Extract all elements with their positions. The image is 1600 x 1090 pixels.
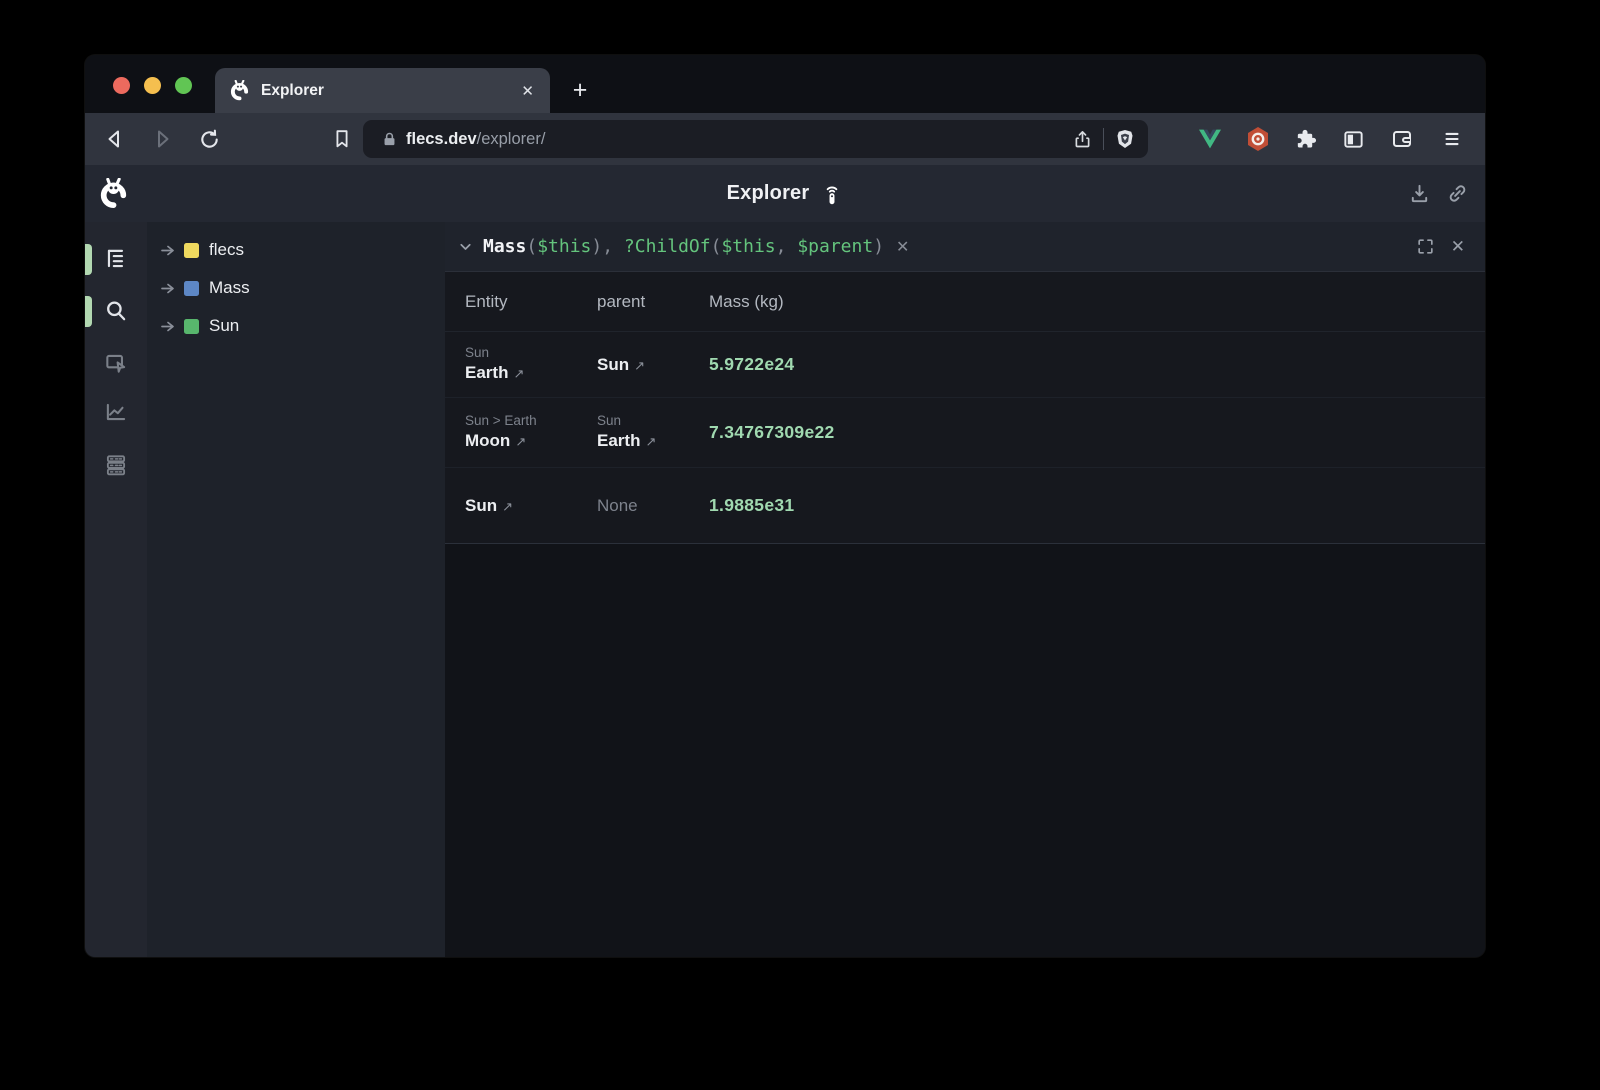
download-icon[interactable] xyxy=(1408,182,1431,205)
mass-cell: 1.9885e31 xyxy=(709,468,1485,543)
column-header-entity[interactable]: Entity xyxy=(465,272,597,331)
commands-panel-button[interactable] xyxy=(99,448,133,482)
wallet-icon[interactable] xyxy=(1386,123,1418,155)
parent-link[interactable]: Sun↗ xyxy=(597,353,709,377)
stats-chart-panel-button[interactable] xyxy=(99,395,133,429)
mass-value: 5.9722e24 xyxy=(709,354,1485,375)
reload-button[interactable] xyxy=(193,123,225,155)
tab-bar: Explorer ✕ + xyxy=(85,55,1485,113)
close-window-button[interactable] xyxy=(113,77,130,94)
tree-panel-active-indicator xyxy=(85,244,92,275)
table-row[interactable]: Sun > Earth Moon↗ Sun Earth↗ 7.34767309e… xyxy=(445,397,1485,467)
mass-cell: 7.34767309e22 xyxy=(709,398,1485,467)
page-title: Explorer xyxy=(727,182,810,205)
parent-link[interactable]: Earth↗ xyxy=(597,429,709,453)
traffic-lights xyxy=(113,77,192,94)
link-arrow-icon: ↗ xyxy=(508,366,524,381)
chevron-down-icon[interactable] xyxy=(457,238,474,255)
tree-item-sun[interactable]: Sun xyxy=(147,307,445,345)
mass-value: 7.34767309e22 xyxy=(709,422,1485,443)
bookmark-icon[interactable] xyxy=(326,123,358,155)
expander-arrow-icon[interactable] xyxy=(160,244,176,257)
parent-cell: Sun Earth↗ xyxy=(597,398,709,467)
entity-color-swatch xyxy=(184,319,199,334)
tree-item-label: Mass xyxy=(207,278,250,298)
zoom-window-button[interactable] xyxy=(175,77,192,94)
browser-toolbar: flecs.dev/explorer/ xyxy=(85,113,1485,165)
table-row[interactable]: Sun↗ None 1.9885e31 xyxy=(445,467,1485,543)
column-header-parent[interactable]: parent xyxy=(597,272,709,331)
url-text: flecs.dev/explorer/ xyxy=(406,130,545,149)
flecs-favicon-icon xyxy=(229,80,250,101)
entity-link[interactable]: Sun↗ xyxy=(465,494,597,518)
expander-arrow-icon[interactable] xyxy=(160,320,176,333)
browser-window: Explorer ✕ + fle xyxy=(85,55,1485,957)
app-header: Explorer xyxy=(85,165,1485,222)
link-icon[interactable] xyxy=(1446,182,1469,205)
entity-cell: Sun Earth↗ xyxy=(465,332,597,397)
entity-path: Sun > Earth xyxy=(465,412,597,429)
close-query-panel-icon[interactable]: ✕ xyxy=(1451,237,1465,257)
url-path: /explorer/ xyxy=(477,130,546,148)
forward-button[interactable] xyxy=(146,123,178,155)
tree-item-flecs[interactable]: flecs xyxy=(147,231,445,269)
parent-path: Sun xyxy=(597,412,709,429)
tree-item-label: Sun xyxy=(207,316,239,336)
parent-none: None xyxy=(597,496,709,516)
parent-cell: Sun↗ xyxy=(597,332,709,397)
entity-path: Sun xyxy=(465,344,597,361)
panel-icon-strip xyxy=(85,222,147,957)
link-arrow-icon: ↗ xyxy=(640,434,656,449)
entity-color-swatch xyxy=(184,243,199,258)
query-panel-active-indicator xyxy=(85,296,92,327)
column-header-mass[interactable]: Mass (kg) xyxy=(709,272,1485,331)
url-bar[interactable]: flecs.dev/explorer/ xyxy=(363,120,1148,158)
mass-value: 1.9885e31 xyxy=(709,495,1485,516)
brave-shield-icon[interactable] xyxy=(1114,128,1136,150)
sidebar-toggle-icon[interactable] xyxy=(1337,123,1369,155)
remote-connection-icon[interactable] xyxy=(821,182,843,206)
entity-color-swatch xyxy=(184,281,199,296)
results-table-header: Entity parent Mass (kg) xyxy=(445,272,1485,332)
query-panel: Mass($this), ?ChildOf($this, $parent) ✕ … xyxy=(445,222,1485,957)
expand-fullscreen-icon[interactable] xyxy=(1416,237,1435,256)
back-button[interactable] xyxy=(99,123,131,155)
extensions-puzzle-icon[interactable] xyxy=(1289,123,1321,155)
expander-arrow-icon[interactable] xyxy=(160,282,176,295)
tree-item-mass[interactable]: Mass xyxy=(147,269,445,307)
entity-link[interactable]: Moon↗ xyxy=(465,429,597,453)
entity-tree-panel: flecs Mass Sun xyxy=(147,222,445,957)
query-search-panel-button[interactable] xyxy=(99,294,133,328)
url-domain: flecs.dev xyxy=(406,130,477,148)
link-arrow-icon: ↗ xyxy=(629,358,645,373)
share-icon[interactable] xyxy=(1072,129,1093,150)
content-area: flecs Mass Sun xyxy=(85,222,1485,957)
vue-devtools-extension-icon[interactable] xyxy=(1194,123,1226,155)
entity-link[interactable]: Earth↗ xyxy=(465,361,597,385)
flecs-logo-icon[interactable] xyxy=(98,178,129,209)
table-row[interactable]: Sun Earth↗ Sun↗ 5.9722e24 xyxy=(445,332,1485,397)
browser-tab-explorer[interactable]: Explorer ✕ xyxy=(215,68,550,113)
link-arrow-icon: ↗ xyxy=(510,434,526,449)
query-expression[interactable]: Mass($this), ?ChildOf($this, $parent) xyxy=(483,236,884,257)
tab-title: Explorer xyxy=(261,82,508,100)
entity-cell: Sun↗ xyxy=(465,468,597,543)
tree-panel-button[interactable] xyxy=(99,242,133,276)
entity-cell: Sun > Earth Moon↗ xyxy=(465,398,597,467)
divider xyxy=(1103,128,1104,150)
mass-cell: 5.9722e24 xyxy=(709,332,1485,397)
parent-cell: None xyxy=(597,468,709,543)
hexagon-extension-icon[interactable] xyxy=(1242,123,1274,155)
inspector-panel-button[interactable] xyxy=(99,346,133,380)
link-arrow-icon: ↗ xyxy=(497,499,513,514)
query-header: Mass($this), ?ChildOf($this, $parent) ✕ … xyxy=(445,222,1485,272)
clear-query-icon[interactable]: ✕ xyxy=(896,237,909,257)
empty-results-area xyxy=(445,543,1485,957)
lock-icon xyxy=(381,131,398,148)
minimize-window-button[interactable] xyxy=(144,77,161,94)
new-tab-button[interactable]: + xyxy=(563,73,597,107)
menu-icon[interactable] xyxy=(1436,123,1468,155)
tab-close-icon[interactable]: ✕ xyxy=(519,82,536,100)
tree-item-label: flecs xyxy=(207,240,244,260)
